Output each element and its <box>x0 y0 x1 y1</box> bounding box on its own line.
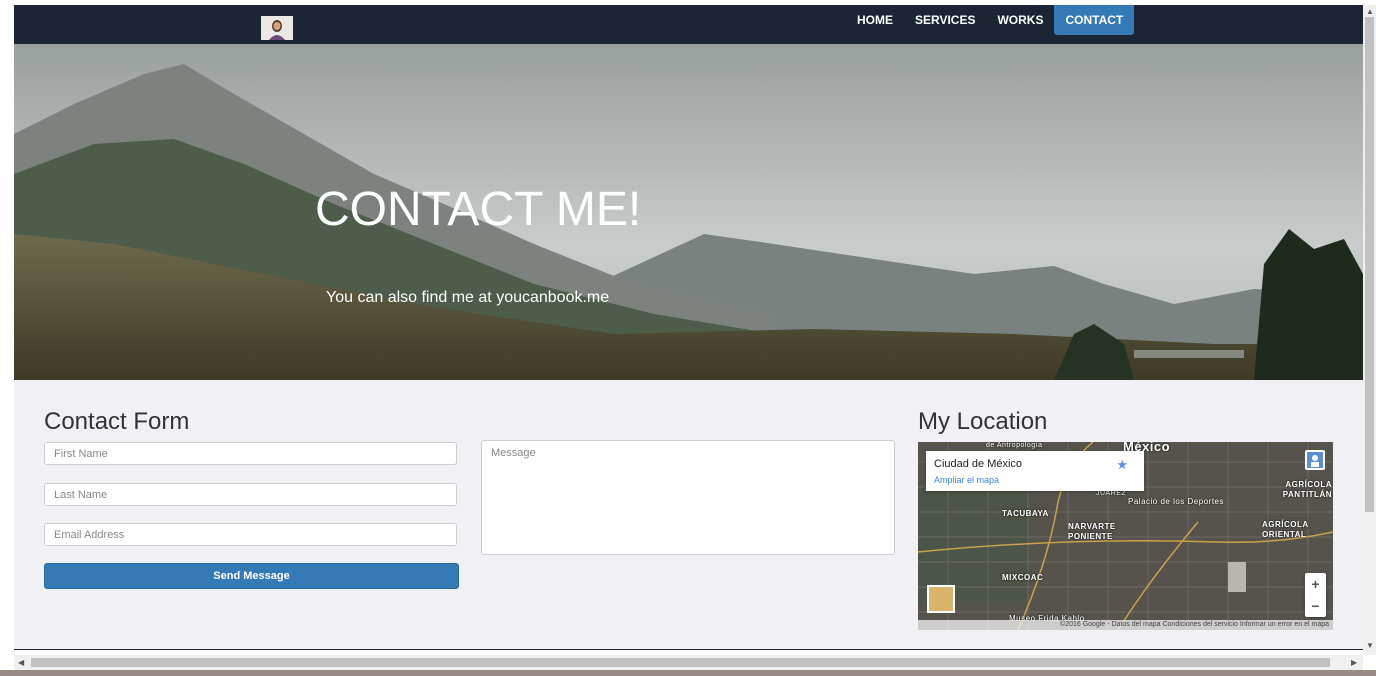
horizontal-scroll-thumb[interactable] <box>31 658 1330 667</box>
my-location-title: My Location <box>918 408 1048 435</box>
nav-contact[interactable]: CONTACT <box>1054 5 1135 35</box>
nav-home[interactable]: HOME <box>846 5 904 35</box>
satellite-toggle-button[interactable] <box>927 585 955 613</box>
vertical-scrollbar[interactable]: ▲ ▼ <box>1363 5 1376 655</box>
taskbar-strip <box>0 670 1376 676</box>
map[interactable]: México de Antropología JUÁREZ TACUBAYA N… <box>918 442 1333 630</box>
page: HOME SERVICES WORKS CONTACT CONTACT ME! … <box>14 5 1363 650</box>
hero-subtitle: You can also find me at youcanbook.me <box>326 289 610 306</box>
star-icon[interactable]: ★ <box>1116 457 1128 473</box>
nav-works[interactable]: WORKS <box>986 5 1054 35</box>
main-nav: HOME SERVICES WORKS CONTACT <box>846 5 1135 35</box>
horizontal-scrollbar[interactable]: ◀ ▶ <box>14 655 1363 670</box>
map-footer-text: ©2016 Google - Datos del mapa Condicione… <box>1060 621 1329 628</box>
map-label-tacubaya: TACUBAYA <box>1002 509 1049 518</box>
map-label-narvarte: NARVARTE PONIENTE <box>1068 522 1116 541</box>
first-name-field[interactable] <box>44 442 457 465</box>
pegman-icon[interactable] <box>1305 450 1325 470</box>
hero-title: CONTACT ME! <box>315 183 642 236</box>
zoom-out-button[interactable]: − <box>1305 595 1326 617</box>
enlarge-map-link[interactable]: Ampliar el mapa <box>934 475 999 485</box>
map-place-name: Ciudad de México <box>934 458 1023 470</box>
nav-services[interactable]: SERVICES <box>904 5 986 35</box>
scroll-down-icon[interactable]: ▼ <box>1366 641 1374 650</box>
landscape-image <box>14 44 1363 380</box>
footer-bar <box>14 649 1363 650</box>
map-footer: ©2016 Google - Datos del mapa Condicione… <box>918 620 1333 630</box>
contact-form-title: Contact Form <box>44 408 190 435</box>
scroll-left-icon[interactable]: ◀ <box>18 658 24 667</box>
map-info-card: Ciudad de México Ampliar el mapa ★ <box>926 451 1144 491</box>
map-label-oriental: AGRÍCOLA ORIENTAL <box>1262 520 1309 539</box>
avatar[interactable] <box>261 16 293 40</box>
map-label-antropologia: de Antropología <box>986 442 1043 449</box>
vertical-scroll-thumb[interactable] <box>1365 17 1374 512</box>
scroll-up-icon[interactable]: ▲ <box>1366 7 1374 16</box>
map-label-juarez: JUÁREZ <box>1096 490 1127 497</box>
message-field[interactable] <box>481 440 895 555</box>
map-label-palacio: Palacio de los Deportes <box>1128 497 1224 506</box>
send-message-button[interactable]: Send Message <box>44 563 459 589</box>
zoom-in-button[interactable]: + <box>1305 573 1326 595</box>
hero-banner: CONTACT ME! You can also find me at youc… <box>14 44 1363 380</box>
last-name-field[interactable] <box>44 483 457 506</box>
map-label-mixcoac: MIXCOAC <box>1002 573 1044 582</box>
navbar: HOME SERVICES WORKS CONTACT <box>14 5 1363 44</box>
email-field[interactable] <box>44 523 457 546</box>
zoom-controls: + − <box>1305 573 1326 617</box>
scroll-right-icon[interactable]: ▶ <box>1351 658 1357 667</box>
map-label-pantitlan: AGRÍCOLA PANTITLÁN <box>1282 480 1332 499</box>
